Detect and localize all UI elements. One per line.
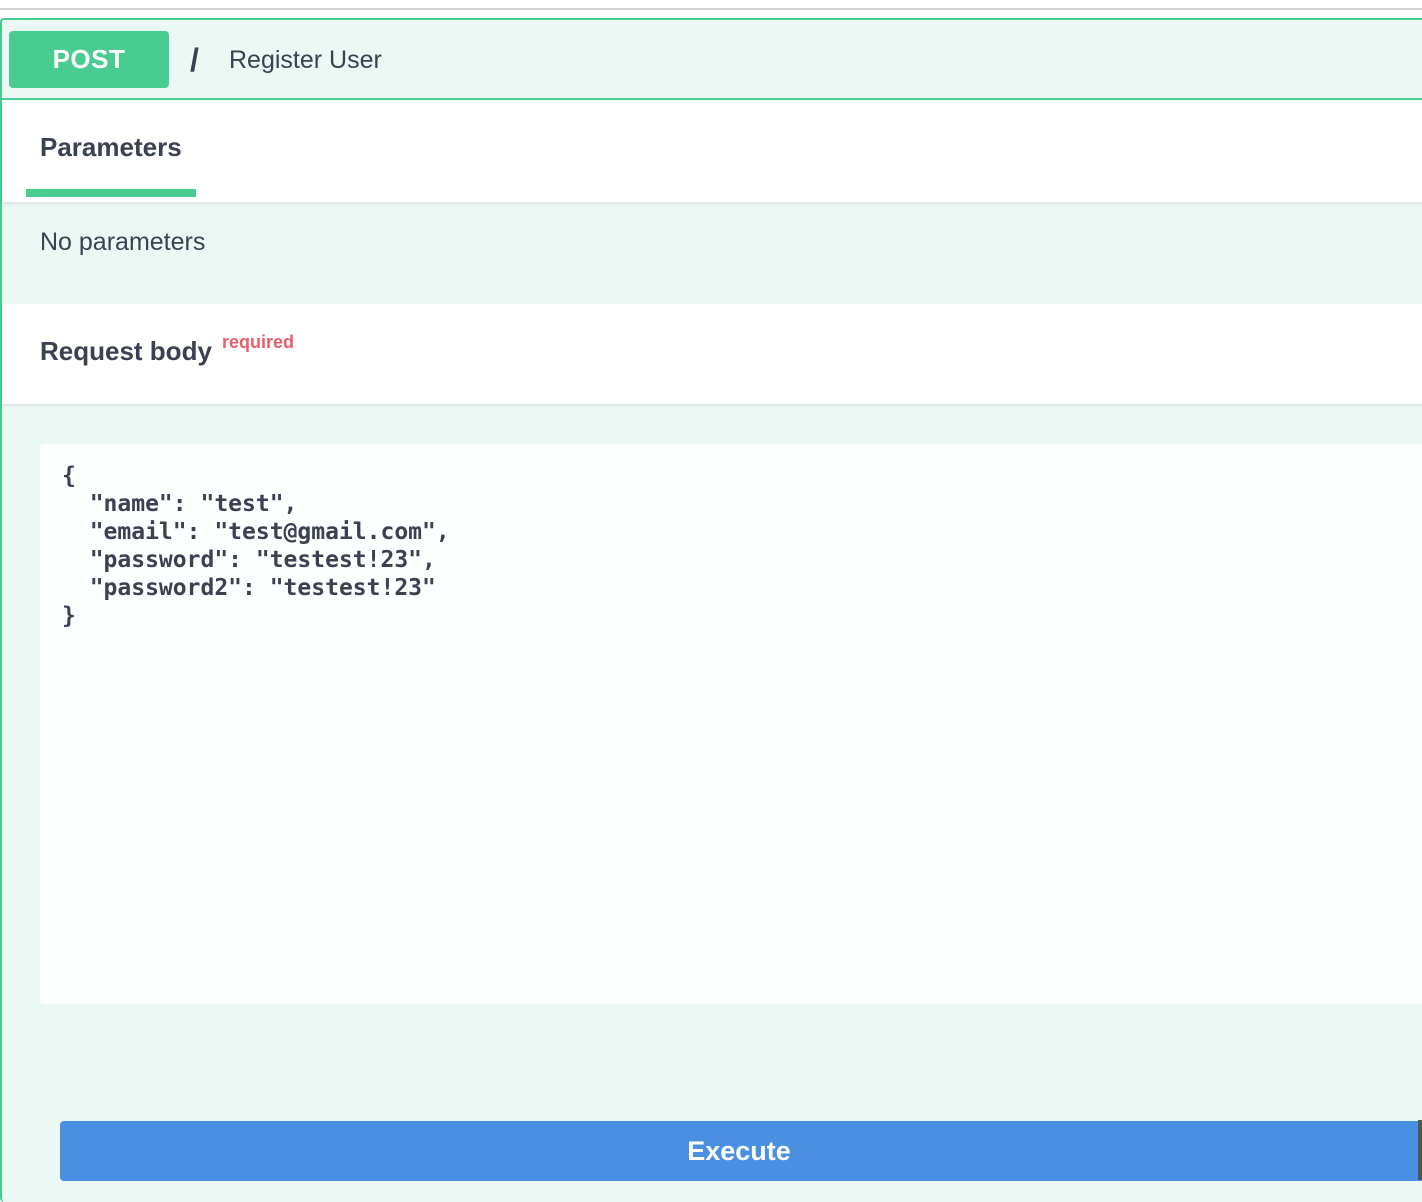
required-badge: required xyxy=(222,332,295,352)
request-body-title: Request body xyxy=(40,336,212,366)
scrollbar-edge xyxy=(1418,1120,1422,1180)
request-body-editor[interactable]: { "name": "test", "email": "test@gmail.c… xyxy=(40,444,1422,1004)
operation-summary[interactable]: POST / Register User xyxy=(2,20,1422,100)
method-badge: POST xyxy=(9,31,169,88)
operation-summary-text: Register User xyxy=(229,46,382,74)
tab-parameters[interactable]: Parameters xyxy=(40,132,182,163)
top-divider xyxy=(0,0,1422,10)
no-parameters-text: No parameters xyxy=(40,228,206,256)
parameters-tab-header: Parameters xyxy=(2,100,1422,202)
operation-block: POST / Register User Parameters No param… xyxy=(0,18,1422,1202)
tab-active-indicator xyxy=(26,189,196,197)
request-body-header: Request body required xyxy=(2,304,1422,404)
execute-button[interactable]: Execute xyxy=(60,1121,1422,1181)
operation-path: / xyxy=(190,42,199,78)
